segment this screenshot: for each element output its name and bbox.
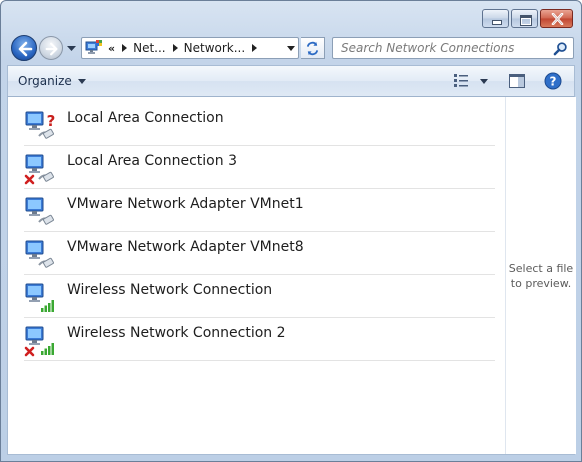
wireless-network-disconnected-icon [24, 326, 54, 357]
magnifier-icon[interactable] [553, 41, 568, 56]
change-view-button[interactable] [454, 74, 488, 88]
navigation-bar: « Net... Network... [1, 33, 581, 63]
wired-network-unknown-icon: ? [25, 111, 56, 139]
caption-buttons [482, 9, 573, 28]
forward-button[interactable] [39, 36, 63, 60]
svg-text:?: ? [47, 112, 56, 130]
recent-pages-chevron-icon[interactable] [67, 46, 76, 52]
wired-network-disconnected-icon [24, 154, 54, 185]
forward-arrow-icon [45, 42, 58, 56]
minimize-button[interactable] [482, 9, 509, 28]
connection-item-local-area-connection-3[interactable]: Local Area Connection 3 [24, 146, 495, 189]
preview-pane-icon[interactable] [509, 73, 525, 89]
breadcrumb-separator-icon[interactable] [172, 44, 178, 52]
address-bar[interactable]: « Net... Network... [81, 37, 299, 59]
preview-pane: Select a file to preview. [506, 97, 576, 454]
maximize-button[interactable] [511, 9, 538, 28]
breadcrumb-label: Network... [183, 41, 246, 55]
connection-item-local-area-connection[interactable]: ? Local Area Connection [24, 103, 495, 146]
refresh-icon [306, 41, 319, 56]
wired-network-icon [25, 197, 54, 225]
help-icon[interactable]: ? [544, 72, 562, 90]
explorer-window: « Net... Network... Search Network Conne… [0, 0, 582, 462]
address-overflow-chevron[interactable]: « [108, 42, 115, 55]
search-input[interactable] [333, 38, 545, 58]
search-box [332, 37, 574, 59]
organize-menu-button[interactable]: Organize [18, 74, 86, 88]
address-history-dropdown-icon[interactable] [287, 46, 295, 51]
breadcrumb-network-connections[interactable]: Network... [172, 41, 246, 55]
svg-text:?: ? [550, 75, 557, 89]
close-button[interactable] [540, 9, 573, 28]
back-button[interactable] [11, 35, 37, 61]
back-arrow-icon [18, 41, 33, 57]
connection-name: Local Area Connection 3 [67, 153, 237, 169]
details-view-icon [454, 74, 468, 87]
preview-message-line-2: to preview. [510, 277, 572, 290]
connection-item-vmware-vmnet1[interactable]: VMware Network Adapter VMnet1 [24, 189, 495, 232]
breadcrumb-separator-icon[interactable] [252, 44, 258, 52]
command-bar: Organize ? [7, 65, 575, 97]
content-pane: ? Local Area Connection Local Area Conne… [7, 97, 576, 455]
breadcrumb-label: Net... [133, 41, 166, 55]
chevron-down-icon [77, 78, 86, 84]
wireless-network-icon [25, 283, 54, 312]
connection-name: VMware Network Adapter VMnet8 [67, 239, 304, 255]
connection-name: Wireless Network Connection 2 [67, 325, 286, 341]
connection-item-wireless-network-connection[interactable]: Wireless Network Connection [24, 275, 495, 318]
organize-label: Organize [18, 74, 72, 88]
preview-message-line-1: Select a file [508, 262, 574, 275]
connection-list: ? Local Area Connection Local Area Conne… [8, 97, 505, 454]
connection-item-vmware-vmnet8[interactable]: VMware Network Adapter VMnet8 [24, 232, 495, 275]
network-folder-icon [85, 40, 102, 54]
breadcrumb-trailing-separator[interactable] [252, 44, 263, 52]
connection-item-wireless-network-connection-2[interactable]: Wireless Network Connection 2 [24, 318, 495, 361]
wired-network-icon [25, 240, 54, 268]
preview-message: Select a file to preview. [506, 261, 576, 291]
connection-name: Wireless Network Connection [67, 282, 273, 298]
breadcrumb-separator-icon[interactable] [122, 44, 128, 52]
close-icon [551, 13, 564, 25]
breadcrumb-network[interactable]: Net... [122, 41, 166, 55]
refresh-button[interactable] [301, 37, 325, 59]
views-dropdown-icon[interactable] [480, 78, 488, 84]
connection-name: VMware Network Adapter VMnet1 [67, 196, 304, 212]
connection-name: Local Area Connection [67, 110, 224, 126]
